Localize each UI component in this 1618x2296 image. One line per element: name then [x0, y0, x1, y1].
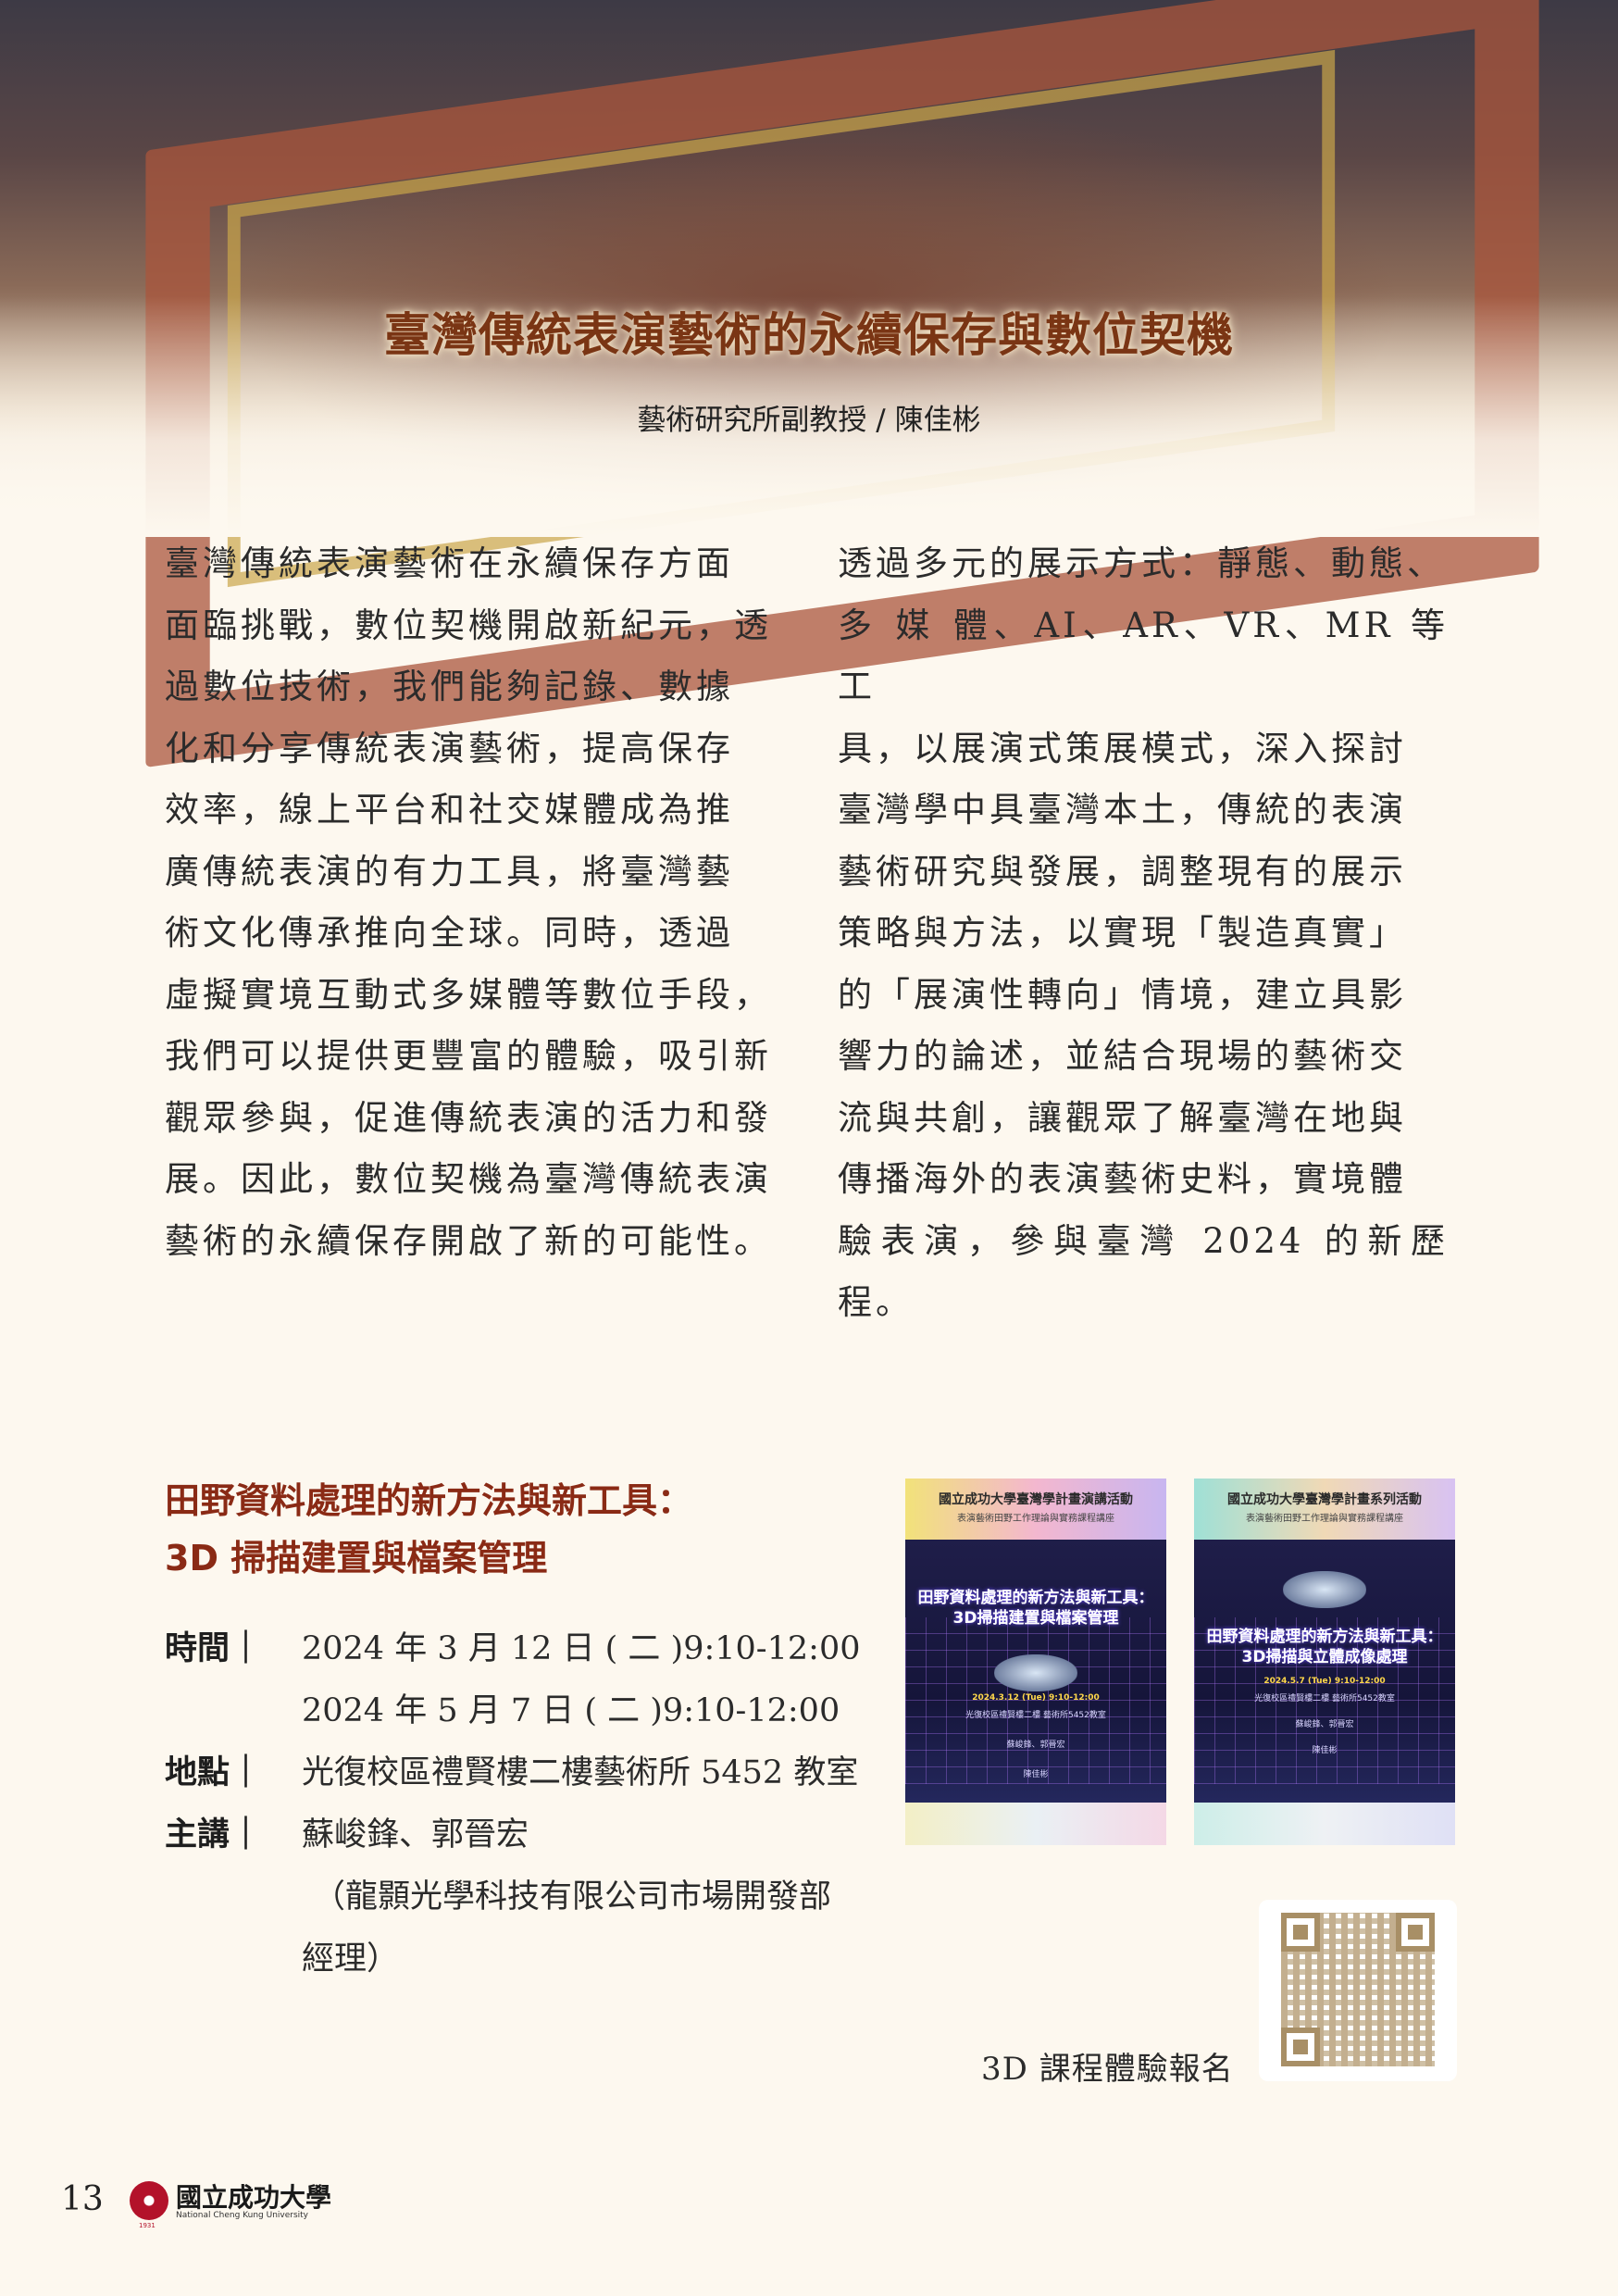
article-author: 藝術研究所副教授 / 陳佳彬 [637, 404, 981, 437]
poster-header-title: 國立成功大學臺灣學計畫演講活動 [939, 1492, 1133, 1507]
paragraph-line: 化和分享傳統表演藝術，提高保存 [165, 728, 734, 768]
time-value-1: 2024 年 3 月 12 日 ( 二 )9:10-12:00 [302, 1630, 861, 1667]
qr-finder-bottom-left [1281, 2028, 1320, 2066]
poster-header-title: 國立成功大學臺灣學計畫系列活動 [1227, 1492, 1422, 1507]
paragraph-line: 效率，線上平台和社交媒體成為推 [165, 790, 734, 830]
poster-speakers: 蘇峻鋒、郭晉宏 [1006, 1741, 1065, 1750]
time-label: 時間｜ [165, 1630, 263, 1667]
poster-date: 2024.5.7 (Tue) 9:10-12:00 [1263, 1677, 1386, 1686]
paragraph-line: 的「展演性轉向」情境，建立具影 [838, 974, 1407, 1015]
place-value: 光復校區禮賢樓二樓藝術所 5452 教室 [302, 1754, 859, 1791]
poster-header-subtitle: 表演藝術田野工作理論與實務課程講座 [957, 1514, 1114, 1524]
speaker-org-2: 經理） [302, 1940, 400, 1978]
event-title: 田野資料處理的新方法與新工具： 3D 掃描建置與檔案管理 [165, 1472, 905, 1587]
paragraph-line: 響力的論述，並結合現場的藝術交 [838, 1036, 1407, 1076]
university-name-cn: 國立成功大學 [176, 2182, 332, 2213]
paragraph-line: 驗表演，參與臺灣 2024 的新歷程。 [838, 1220, 1449, 1323]
university-name-en: National Cheng Kung University [176, 2211, 309, 2220]
paragraph-line: 面臨挑戰，數位契機開啟新紀元，透 [165, 605, 772, 645]
article-column-right: 透過多元的展示方式：靜態、動態、 多 媒 體、AI、AR、VR、MR 等 工 具… [838, 533, 1449, 1334]
event-title-line: 3D 掃描建置與檔案管理 [165, 1538, 548, 1578]
article-title: 臺灣傳統表演藝術的永續保存與數位契機 [384, 308, 1234, 362]
paragraph-line: 我們可以提供更豐富的體驗，吸引新 [165, 1036, 772, 1076]
poster-place: 光復校區禮賢樓二樓 藝術所5452教室 [965, 1711, 1106, 1720]
logo-founded-year: 1931 [139, 2222, 156, 2229]
event-title-line: 田野資料處理的新方法與新工具： [165, 1480, 693, 1521]
poster-title-line: 3D掃描與立體成像處理 [1241, 1648, 1408, 1666]
robot-hand-graphic [1283, 1571, 1366, 1608]
paragraph-line: 臺灣學中具臺灣本土，傳統的表演 [838, 790, 1407, 830]
paragraph-line: 藝術的永續保存開啟了新的可能性。 [165, 1220, 772, 1261]
qr-finder-top-right [1396, 1913, 1435, 1952]
paragraph-line: 術文化傳承推向全球。同時，透過 [165, 913, 734, 953]
poster-date: 2024.3.12 (Tue) 9:10-12:00 [972, 1693, 1100, 1703]
speaker-label: 主講｜ [165, 1816, 263, 1853]
paragraph-line: 虛擬實境互動式多媒體等數位手段， [165, 974, 772, 1015]
poster-header: 國立成功大學臺灣學計畫系列活動 表演藝術田野工作理論與實務課程講座 [1194, 1479, 1455, 1540]
paragraph-line: 流與共創，讓觀眾了解臺灣在地與 [838, 1097, 1407, 1138]
paragraph-line: 藝術研究與發展，調整現有的展示 [838, 851, 1407, 892]
qr-caption: 3D 課程體驗報名 [981, 2051, 1234, 2088]
poster-title-line: 3D掃描建置與檔案管理 [952, 1609, 1119, 1628]
speaker-org-1: （龍顥光學科技有限公司市場開發部 [313, 1878, 832, 1915]
paragraph-line: 廣傳統表演的有力工具，將臺灣藝 [165, 851, 734, 892]
poster-speakers: 蘇峻鋒、郭晉宏 [1295, 1720, 1354, 1729]
qr-finder-top-left [1281, 1913, 1320, 1952]
registration-qr-code[interactable] [1259, 1900, 1457, 2081]
event-poster-may: 國立成功大學臺灣學計畫系列活動 表演藝術田野工作理論與實務課程講座 田野資料處理… [1194, 1479, 1455, 1845]
poster-hosts: 陳佳彬 [1023, 1770, 1049, 1779]
page-number: 13 [61, 2180, 104, 2218]
paragraph-line: 具，以展演式策展模式，深入探討 [838, 728, 1407, 768]
poster-title-line: 田野資料處理的新方法與新工具： [917, 1589, 1154, 1607]
time-value-2: 2024 年 5 月 7 日 ( 二 )9:10-12:00 [302, 1692, 840, 1729]
poster-place: 光復校區禮賢樓二樓 藝術所5452教室 [1254, 1694, 1395, 1703]
poster-footer [1194, 1803, 1455, 1845]
poster-title: 田野資料處理的新方法與新工具： 3D掃描建置與檔案管理 [905, 1588, 1166, 1628]
paragraph-line: 臺灣傳統表演藝術在永續保存方面 [165, 543, 734, 583]
speaker-value: 蘇峻鋒、郭晉宏 [302, 1816, 529, 1853]
paragraph-line: 傳播海外的表演藝術史料，實境體 [838, 1159, 1407, 1199]
poster-header: 國立成功大學臺灣學計畫演講活動 表演藝術田野工作理論與實務課程講座 [905, 1479, 1166, 1540]
paragraph-line: 過數位技術，我們能夠記錄、數據 [165, 667, 734, 706]
paragraph-line: 展。因此，數位契機為臺灣傳統表演 [165, 1159, 772, 1199]
place-label: 地點｜ [165, 1754, 263, 1791]
poster-footer [905, 1803, 1166, 1845]
poster-header-subtitle: 表演藝術田野工作理論與實務課程講座 [1246, 1514, 1403, 1524]
poster-title: 田野資料處理的新方法與新工具： 3D掃描與立體成像處理 [1194, 1627, 1455, 1667]
poster-hosts: 陳佳彬 [1312, 1746, 1338, 1755]
poster-title-line: 田野資料處理的新方法與新工具： [1206, 1628, 1443, 1646]
ncku-emblem-icon [130, 2181, 168, 2220]
paragraph-line: 策略與方法，以實現「製造真實」 [838, 913, 1407, 953]
event-poster-march: 國立成功大學臺灣學計畫演講活動 表演藝術田野工作理論與實務課程講座 田野資料處理… [905, 1479, 1166, 1845]
paragraph-line: 觀眾參與，促進傳統表演的活力和發 [165, 1097, 772, 1138]
robot-hand-graphic [994, 1654, 1077, 1691]
paragraph-line: 透過多元的展示方式：靜態、動態、 [838, 543, 1445, 583]
paragraph-line: 多 媒 體、AI、AR、VR、MR 等 工 [838, 605, 1449, 707]
article-column-left: 臺灣傳統表演藝術在永續保存方面 面臨挑戰，數位契機開啟新紀元，透 過數位技術，我… [165, 533, 776, 1272]
header-photo [0, 0, 1618, 768]
